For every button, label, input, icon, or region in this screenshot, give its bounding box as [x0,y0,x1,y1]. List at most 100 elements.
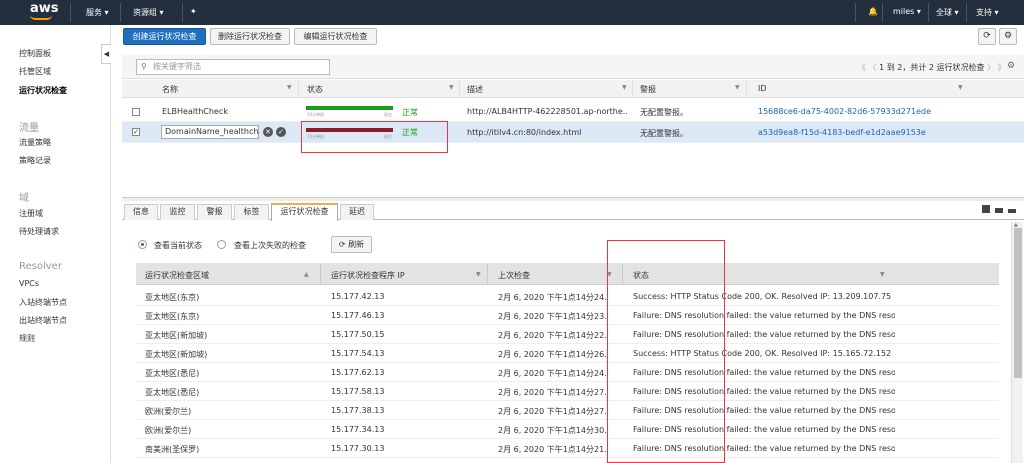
pin-icon[interactable]: ✦ [190,7,197,16]
tab-monitoring[interactable]: 监控 [160,204,195,220]
column-header-alarms[interactable]: 警报 [640,84,656,95]
sort-caret-icon[interactable]: ▼ [607,271,612,278]
column-divider [622,264,623,284]
radio-current-status[interactable] [138,240,147,249]
filter-input[interactable]: ⚲ 按关键字筛选 [136,59,330,75]
scrollbar-thumb[interactable] [1014,228,1022,378]
row-id-link[interactable]: a53d9ea8-f15d-4183-bedf-e1d2aae9153e [758,128,926,137]
top-navigation-bar: aws 服务 ▾ 资源组 ▾ ✦ 🔔 miles ▾ 全球 ▾ 支持 ▾ [0,0,1024,25]
support-menu[interactable]: 支持 ▾ [976,7,999,18]
collapse-sidebar-button[interactable]: ◀ [101,44,111,64]
column-divider [487,264,488,284]
sidebar-item-pending-requests[interactable]: 待处理请求 [19,226,59,237]
sort-caret-icon[interactable]: ▼ [958,84,963,91]
sidebar-item-vpcs[interactable]: VPCs [19,279,39,288]
row-description: http://ALB4HTTP-462228501.ap-northe... [467,107,627,116]
vertical-scrollbar[interactable]: ▲ [1011,222,1023,463]
sidebar-section-domains: 域 [19,193,29,204]
refresh-button[interactable]: ⟳ 刷新 [331,236,372,253]
checker-region: 亚太地区(悉尼) [145,369,200,378]
prev-page-icon[interactable]: 〈 [869,63,877,72]
sort-caret-icon[interactable]: ▼ [622,84,627,91]
bar-start-label: 15分钟前 [307,134,325,139]
cancel-edit-icon[interactable]: ✕ [263,127,273,137]
sort-caret-icon[interactable]: ▼ [880,271,885,278]
column-divider [632,81,633,97]
checker-ip: 15.177.42.13 [331,292,385,301]
next-page-icon[interactable]: 〉 [987,63,995,72]
tab-health-checkers[interactable]: 运行状况检查 [271,203,338,221]
services-menu[interactable]: 服务 ▾ [86,7,109,18]
health-checkers-table-header [136,263,999,285]
sort-caret-icon[interactable]: ▼ [449,84,454,91]
checker-last-checked: 2月 6, 2020 下午1点14分24... [498,369,608,378]
nav-divider [882,3,883,22]
row-checkbox-checked[interactable]: ✓ [132,128,140,136]
refresh-icon[interactable]: ⟳ [978,28,996,45]
last-page-icon[interactable]: 》 [998,63,1006,72]
create-health-check-button[interactable]: 创建运行状况检查 [123,28,206,45]
sidebar-item-hosted-zones[interactable]: 托管区域 [19,66,51,77]
checker-last-checked: 2月 6, 2020 下午1点14分26... [498,350,608,359]
maximize-pane-icon[interactable] [982,205,990,213]
radio-last-failure[interactable] [217,240,226,249]
delete-health-check-button[interactable]: 删除运行状况检查 [210,28,290,45]
sidebar-item-outbound-endpoints[interactable]: 出站终端节点 [19,315,67,326]
row-id-link[interactable]: 15688ce6-da75-4002-82d6-57933d271ede [758,107,931,116]
column-header-status[interactable]: 状态 [307,84,323,95]
column-header-description[interactable]: 描述 [467,84,483,95]
column-divider [459,81,460,97]
row-name-edit-input[interactable]: DomainName_healthcheck [161,125,259,139]
edit-health-check-button[interactable]: 编辑运行状况检查 [294,28,377,45]
row-checkbox[interactable] [132,108,140,116]
column-header-id[interactable]: ID [758,84,767,93]
resource-groups-menu[interactable]: 资源组 ▾ [133,7,164,18]
sort-caret-icon[interactable]: ▼ [735,84,740,91]
tab-info[interactable]: 信息 [124,204,158,220]
tab-latency[interactable]: 延迟 [340,204,374,220]
sort-caret-icon[interactable]: ▼ [476,271,481,278]
checker-region: 南美洲(圣保罗) [145,445,200,454]
confirm-edit-icon[interactable]: ✓ [276,127,286,137]
sidebar-item-registered-domains[interactable]: 注册域 [19,208,43,219]
restore-pane-icon[interactable] [995,208,1003,213]
minimize-pane-icon[interactable] [1008,209,1016,213]
table-settings-gear-icon[interactable]: ⚙ [1007,61,1015,71]
checker-status: Failure: DNS resolution failed: the valu… [633,368,895,377]
tab-alarms[interactable]: 警报 [197,204,232,220]
column-divider [746,81,747,97]
region-menu[interactable]: 全球 ▾ [936,7,959,18]
gear-icon[interactable]: ⚙ [999,28,1017,45]
sidebar-item-traffic-policies[interactable]: 流量策略 [19,137,51,148]
sidebar-item-health-checks[interactable]: 运行状况检查 [19,85,67,96]
column-header-ip[interactable]: 运行状况检查程序 IP [331,270,405,281]
sidebar-item-rules[interactable]: 规则 [19,333,35,344]
sidebar-item-policy-records[interactable]: 策略记录 [19,155,51,166]
column-header-region[interactable]: 运行状况检查区域 [145,270,209,281]
refresh-label: 刷新 [348,240,365,249]
checker-region: 亚太地区(新加坡) [145,350,208,359]
pane-splitter[interactable] [122,197,1024,201]
checker-region: 亚太地区(东京) [145,312,200,321]
tab-tags[interactable]: 标签 [234,204,269,220]
sidebar-item-dashboard[interactable]: 控制面板 [19,48,51,59]
checker-status: Failure: DNS resolution failed: the valu… [633,406,895,415]
column-header-last-checked[interactable]: 上次检查 [498,270,530,281]
checker-last-checked: 2月 6, 2020 下午1点14分27... [498,407,608,416]
aws-logo[interactable]: aws [30,2,59,16]
checker-status: Failure: DNS resolution failed: the valu… [633,330,895,339]
bar-end-label: 现在 [384,112,392,117]
sort-ascending-icon[interactable]: ▲ [304,271,309,278]
column-header-name[interactable]: 名称 [162,84,178,95]
column-header-status[interactable]: 状态 [633,270,649,281]
sidebar-item-inbound-endpoints[interactable]: 入站终端节点 [19,297,67,308]
account-menu[interactable]: miles ▾ [893,7,921,16]
notifications-bell-icon[interactable]: 🔔 [868,7,878,16]
nav-divider [120,3,121,22]
sort-caret-icon[interactable]: ▼ [287,84,292,91]
first-page-icon[interactable]: 《 [858,63,866,72]
checker-ip: 15.177.54.13 [331,349,385,358]
nav-divider [928,3,929,22]
row-alarm: 无配置警报。 [640,108,688,117]
checker-region: 亚太地区(悉尼) [145,388,200,397]
